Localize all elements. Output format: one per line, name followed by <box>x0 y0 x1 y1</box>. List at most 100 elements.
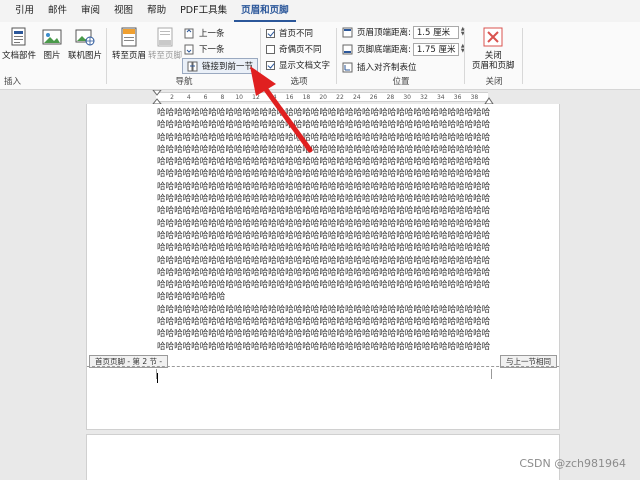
header-top-input[interactable]: 1.5 厘米 <box>412 25 459 39</box>
different-odd-even-option[interactable]: 奇偶页不同 <box>266 42 322 56</box>
tab-0[interactable]: 引用 <box>8 0 41 22</box>
text-line[interactable]: 哈哈哈哈哈哈哈哈哈哈哈哈哈哈哈哈哈哈哈哈哈哈哈哈哈哈哈哈哈哈哈哈哈哈哈哈哈哈哈 <box>157 205 491 217</box>
watermark: CSDN @zch981964 <box>519 457 626 470</box>
show-document-text-option[interactable]: 显示文档文字 <box>266 58 330 72</box>
close-group: 关闭 页眉和页脚 关闭 <box>466 22 522 90</box>
options-group: 首页不同 奇偶页不同 显示文档文字 选项 <box>262 22 336 90</box>
ruler-tick-label: 18 <box>302 94 311 101</box>
ruler-tick-label: 38 <box>470 94 479 101</box>
horizontal-ruler[interactable]: 2 4 6 8 10 12 14 16 18 20 22 24 26 28 30 32 34 36 38 <box>0 90 640 104</box>
page[interactable] <box>86 434 560 480</box>
text-line[interactable]: 哈哈哈哈哈哈哈哈哈哈哈哈哈哈哈哈哈哈哈哈哈哈哈哈哈哈哈哈哈哈哈哈哈哈哈哈哈哈哈 <box>157 132 491 144</box>
ruler-tick-label: 36 <box>453 94 462 101</box>
ruler-tick-label: 2 <box>170 94 174 101</box>
ribbon-separator <box>260 28 261 84</box>
ribbon: 文档部件 图片 联机图片 插入 转至页眉 转至页脚 上一条 下一条 链接到前一节… <box>0 22 640 90</box>
tab-2[interactable]: 审阅 <box>74 0 107 22</box>
options-group-label: 选项 <box>290 77 308 87</box>
picture-icon <box>42 26 62 48</box>
previous-icon <box>184 28 195 39</box>
different-first-page-checkbox[interactable] <box>266 28 275 38</box>
previous-button[interactable]: 上一条 <box>184 26 225 40</box>
page[interactable]: 哈哈哈哈哈哈哈哈哈哈哈哈哈哈哈哈哈哈哈哈哈哈哈哈哈哈哈哈哈哈哈哈哈哈哈哈哈哈哈哈… <box>86 104 560 430</box>
ruler-scale: 2 4 6 8 10 12 14 16 18 20 22 24 26 28 30 32 34 36 38 <box>156 92 488 102</box>
text-line[interactable]: 哈哈哈哈哈哈哈哈哈哈哈哈哈哈哈哈哈哈哈哈哈哈哈哈哈哈哈哈哈哈哈哈哈哈哈哈哈哈哈 <box>157 144 491 156</box>
text-line[interactable]: 哈哈哈哈哈哈哈哈哈哈哈哈哈哈哈哈哈哈哈哈哈哈哈哈哈哈哈哈哈哈哈哈哈哈哈哈哈哈哈 <box>157 230 491 242</box>
doc-parts-icon <box>9 26 29 48</box>
ribbon-separator <box>336 28 337 84</box>
document-area[interactable]: 哈哈哈哈哈哈哈哈哈哈哈哈哈哈哈哈哈哈哈哈哈哈哈哈哈哈哈哈哈哈哈哈哈哈哈哈哈哈哈哈… <box>0 104 640 480</box>
tab-5[interactable]: PDF工具集 <box>173 0 234 22</box>
goto-header-icon <box>119 26 139 48</box>
ruler-tick-label: 10 <box>235 94 244 101</box>
text-line[interactable]: 哈哈哈哈哈哈哈哈 <box>157 291 491 303</box>
ruler-tick-label: 12 <box>252 94 260 101</box>
text-line[interactable]: 哈哈哈哈哈哈哈哈哈哈哈哈哈哈哈哈哈哈哈哈哈哈哈哈哈哈哈哈哈哈哈哈哈哈哈哈哈哈哈 <box>157 255 491 267</box>
tab-1[interactable]: 邮件 <box>41 0 74 22</box>
footer-bottom-label: 页脚底端距离: <box>357 45 411 55</box>
close-header-footer-button[interactable]: 关闭 页眉和页脚 <box>472 26 515 71</box>
text-line[interactable]: 哈哈哈哈哈哈哈哈哈哈哈哈哈哈哈哈哈哈哈哈哈哈哈哈哈哈哈哈哈哈哈哈哈哈哈哈哈哈哈 <box>157 341 491 353</box>
position-group-label: 位置 <box>392 77 410 87</box>
body-text[interactable]: 哈哈哈哈哈哈哈哈哈哈哈哈哈哈哈哈哈哈哈哈哈哈哈哈哈哈哈哈哈哈哈哈哈哈哈哈哈哈哈哈… <box>157 107 491 353</box>
insert-align-tab-label: 插入对齐制表位 <box>357 63 417 73</box>
footer-bottom-input[interactable]: 1.75 厘米 <box>412 42 459 56</box>
link-icon <box>187 61 198 72</box>
ruler-tick-label: 20 <box>319 94 328 101</box>
ruler-tick-label: 4 <box>186 94 191 101</box>
show-document-text-label: 显示文档文字 <box>279 61 331 71</box>
ruler-tick-label: 28 <box>386 94 395 101</box>
navigation-group-label: 导航 <box>175 77 193 87</box>
header-top-label: 页眉顶端距离: <box>357 28 411 38</box>
next-label: 下一条 <box>199 45 225 55</box>
text-line[interactable]: 哈哈哈哈哈哈哈哈哈哈哈哈哈哈哈哈哈哈哈哈哈哈哈哈哈哈哈哈哈哈哈哈哈哈哈哈哈哈哈 <box>157 193 491 205</box>
text-line[interactable]: 哈哈哈哈哈哈哈哈哈哈哈哈哈哈哈哈哈哈哈哈哈哈哈哈哈哈哈哈哈哈哈哈哈哈哈哈哈哈哈 <box>157 316 491 328</box>
indent-marker-icon[interactable] <box>152 90 162 104</box>
different-odd-even-checkbox[interactable] <box>266 44 275 54</box>
ruler-tick-label: 32 <box>420 94 428 101</box>
tab-6[interactable]: 页眉和页脚 <box>234 2 296 22</box>
right-indent-marker-icon[interactable] <box>484 96 494 104</box>
text-line[interactable]: 哈哈哈哈哈哈哈哈哈哈哈哈哈哈哈哈哈哈哈哈哈哈哈哈哈哈哈哈哈哈哈哈哈哈哈哈哈哈哈 <box>157 119 491 131</box>
show-document-text-checkbox[interactable] <box>266 60 275 70</box>
ruler-tick-label: 26 <box>369 94 378 101</box>
text-line[interactable]: 哈哈哈哈哈哈哈哈哈哈哈哈哈哈哈哈哈哈哈哈哈哈哈哈哈哈哈哈哈哈哈哈哈哈哈哈哈哈哈 <box>157 156 491 168</box>
link-to-previous-button[interactable]: 链接到前一节 <box>182 58 259 74</box>
doc-parts-button[interactable]: 文档部件 <box>2 26 36 61</box>
text-line[interactable]: 哈哈哈哈哈哈哈哈哈哈哈哈哈哈哈哈哈哈哈哈哈哈哈哈哈哈哈哈哈哈哈哈哈哈哈哈哈哈哈 <box>157 328 491 340</box>
text-line[interactable]: 哈哈哈哈哈哈哈哈哈哈哈哈哈哈哈哈哈哈哈哈哈哈哈哈哈哈哈哈哈哈哈哈哈哈哈哈哈哈哈 <box>157 242 491 254</box>
ribbon-separator <box>106 28 107 84</box>
goto-header-button[interactable]: 转至页眉 <box>112 26 146 61</box>
insert-align-tab-button[interactable]: 插入对齐制表位 <box>342 60 417 74</box>
different-first-page-label: 首页不同 <box>279 29 314 39</box>
online-picture-label: 联机图片 <box>68 51 103 61</box>
close-header-footer-label: 关闭 页眉和页脚 <box>472 51 515 71</box>
text-line[interactable]: 哈哈哈哈哈哈哈哈哈哈哈哈哈哈哈哈哈哈哈哈哈哈哈哈哈哈哈哈哈哈哈哈哈哈哈哈哈哈哈 <box>157 218 491 230</box>
ruler-tick-label: 6 <box>203 94 208 101</box>
ruler-tick-label: 16 <box>285 94 294 101</box>
ruler-tick-label: 14 <box>268 94 277 101</box>
footer-boundary-line <box>87 366 559 367</box>
different-first-page-option[interactable]: 首页不同 <box>266 26 313 40</box>
text-line[interactable]: 哈哈哈哈哈哈哈哈哈哈哈哈哈哈哈哈哈哈哈哈哈哈哈哈哈哈哈哈哈哈哈哈哈哈哈哈哈哈哈 <box>157 304 491 316</box>
text-line[interactable]: 哈哈哈哈哈哈哈哈哈哈哈哈哈哈哈哈哈哈哈哈哈哈哈哈哈哈哈哈哈哈哈哈哈哈哈哈哈哈哈 <box>157 279 491 291</box>
text-line[interactable]: 哈哈哈哈哈哈哈哈哈哈哈哈哈哈哈哈哈哈哈哈哈哈哈哈哈哈哈哈哈哈哈哈哈哈哈哈哈哈哈 <box>157 181 491 193</box>
footer-bottom-distance: 页脚底端距离: 1.75 厘米 ▲ ▼ <box>342 42 465 56</box>
tab-4[interactable]: 帮助 <box>140 0 173 22</box>
previous-label: 上一条 <box>199 29 225 39</box>
text-line[interactable]: 哈哈哈哈哈哈哈哈哈哈哈哈哈哈哈哈哈哈哈哈哈哈哈哈哈哈哈哈哈哈哈哈哈哈哈哈哈哈哈 <box>157 267 491 279</box>
next-icon <box>184 44 195 55</box>
text-line[interactable]: 哈哈哈哈哈哈哈哈哈哈哈哈哈哈哈哈哈哈哈哈哈哈哈哈哈哈哈哈哈哈哈哈哈哈哈哈哈哈哈 <box>157 168 491 180</box>
position-group: 页眉顶端距离: 1.5 厘米 ▲ ▼ 页脚底端距离: 1.75 厘米 ▲ ▼ 插入对… <box>338 22 465 90</box>
footer-bottom-icon <box>342 44 353 55</box>
tab-3[interactable]: 视图 <box>107 0 140 22</box>
text-line[interactable]: 哈哈哈哈哈哈哈哈哈哈哈哈哈哈哈哈哈哈哈哈哈哈哈哈哈哈哈哈哈哈哈哈哈哈哈哈哈哈哈 <box>157 107 491 119</box>
close-icon <box>483 26 503 48</box>
ribbon-tab-bar: 引用 邮件 审阅 视图 帮助 PDF工具集 页眉和页脚 <box>0 0 640 22</box>
align-tab-icon <box>342 62 353 73</box>
picture-label: 图片 <box>43 51 61 61</box>
picture-button[interactable]: 图片 <box>42 26 62 61</box>
online-picture-button[interactable]: 联机图片 <box>68 26 102 61</box>
next-button[interactable]: 下一条 <box>184 42 225 56</box>
goto-footer-button[interactable]: 转至页脚 <box>148 26 182 61</box>
